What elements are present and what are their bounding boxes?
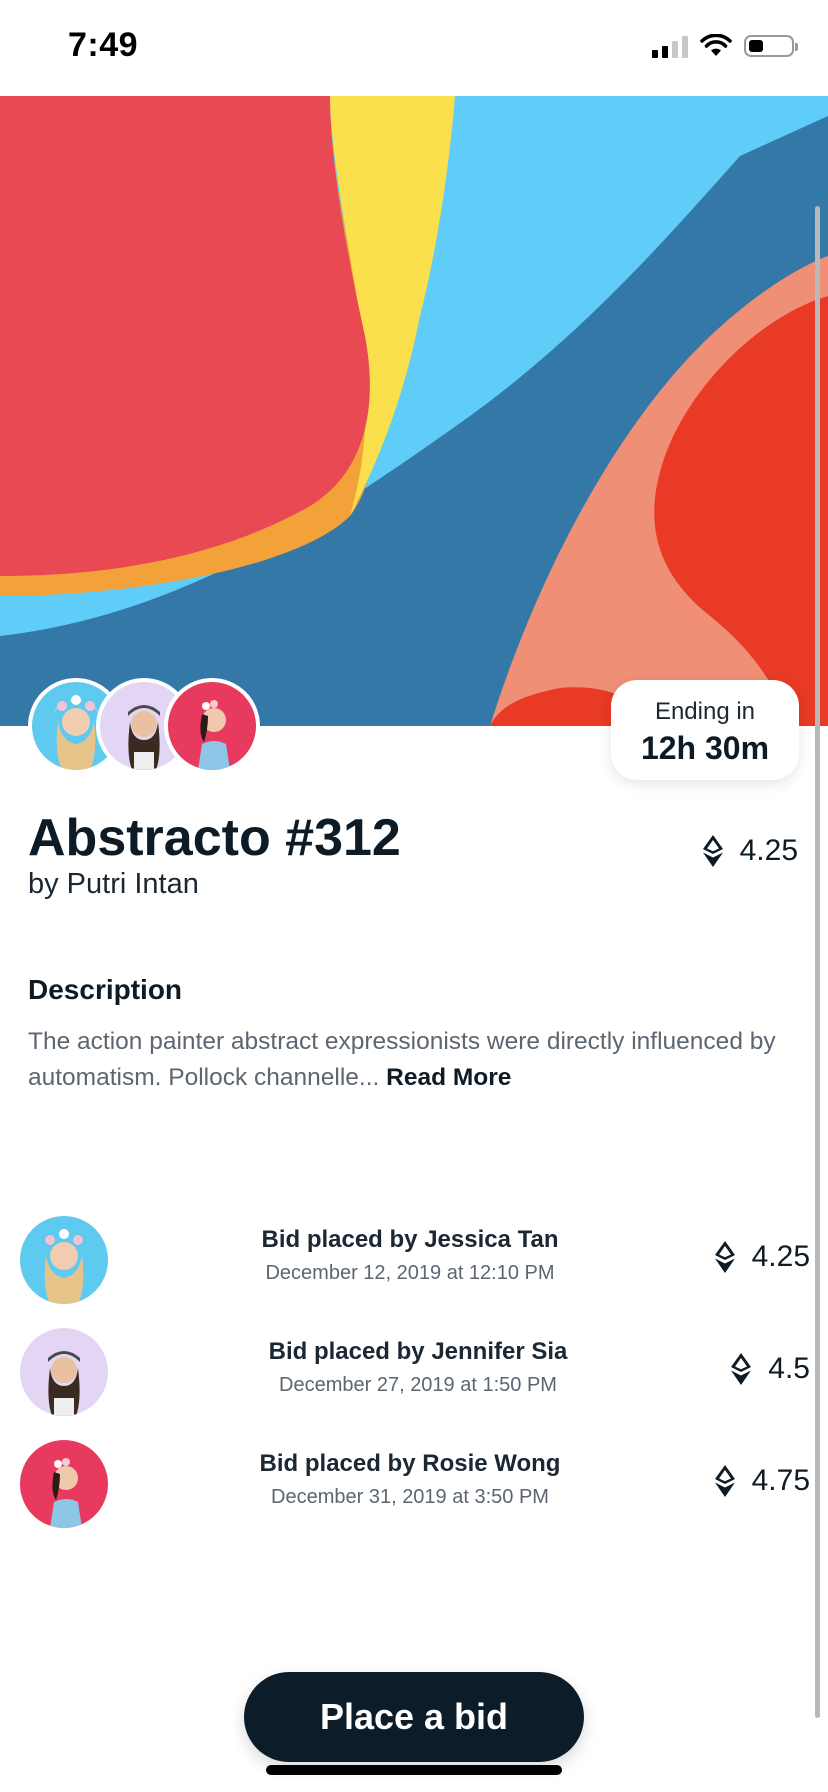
avatar	[20, 1440, 108, 1528]
bidder-name: Bid placed by Rosie Wong	[259, 1450, 561, 1477]
place-bid-button[interactable]: Place a bid	[244, 1672, 584, 1762]
artist-name[interactable]: by Putri Intan	[28, 868, 199, 901]
wifi-icon	[700, 34, 732, 56]
price-value: 4.25	[739, 834, 798, 867]
bid-amount-value: 4.75	[751, 1464, 810, 1497]
ending-label: Ending in	[654, 698, 756, 725]
bidder-name: Bid placed by Jessica Tan	[261, 1226, 559, 1253]
auction-timer-card: Ending in 12h 30m	[611, 680, 799, 780]
ethereum-icon	[714, 1465, 735, 1497]
bidder-name: Bid placed by Jennifer Sia	[268, 1338, 568, 1365]
bid-amount: 4.5	[730, 1352, 810, 1386]
bid-item[interactable]: Bid placed by Jessica Tan December 12, 2…	[0, 1210, 828, 1310]
artwork-price: 4.25	[702, 834, 798, 868]
read-more-link[interactable]: Read More	[386, 1064, 511, 1091]
ending-countdown: 12h 30m	[640, 730, 770, 766]
avatar[interactable]	[164, 678, 260, 774]
ethereum-icon	[731, 1353, 752, 1385]
bid-date: December 27, 2019 at 1:50 PM	[279, 1374, 557, 1396]
status-icons	[652, 34, 798, 58]
bid-info: Bid placed by Jennifer Sia December 27, …	[188, 1338, 648, 1397]
bid-date: December 31, 2019 at 3:50 PM	[271, 1486, 549, 1508]
bid-amount-value: 4.25	[751, 1240, 810, 1273]
bid-amount-value: 4.5	[768, 1352, 810, 1385]
scrollbar[interactable]	[815, 206, 820, 1718]
home-indicator[interactable]	[266, 1765, 562, 1775]
avatar	[20, 1216, 108, 1304]
bid-date: December 12, 2019 at 12:10 PM	[265, 1262, 555, 1284]
battery-icon	[744, 35, 798, 57]
artwork-image	[0, 96, 828, 726]
description-heading: Description	[28, 974, 183, 1005]
ethereum-icon	[714, 1241, 735, 1273]
bid-item[interactable]: Bid placed by Rosie Wong December 31, 20…	[0, 1434, 828, 1534]
artwork-title: Abstracto #312	[28, 809, 401, 867]
status-time: 7:49	[68, 26, 139, 64]
owner-avatars	[28, 678, 288, 774]
ethereum-icon	[702, 835, 723, 867]
bid-item[interactable]: Bid placed by Jennifer Sia December 27, …	[0, 1322, 828, 1422]
bid-amount: 4.25	[714, 1240, 810, 1274]
status-bar: 7:49	[0, 0, 828, 96]
description-text: The action painter abstract expressionis…	[28, 1024, 798, 1096]
bid-amount: 4.75	[714, 1464, 810, 1498]
signal-icon	[652, 34, 688, 58]
avatar	[20, 1328, 108, 1416]
bid-info: Bid placed by Jessica Tan December 12, 2…	[180, 1226, 640, 1285]
bid-info: Bid placed by Rosie Wong December 31, 20…	[180, 1450, 640, 1509]
